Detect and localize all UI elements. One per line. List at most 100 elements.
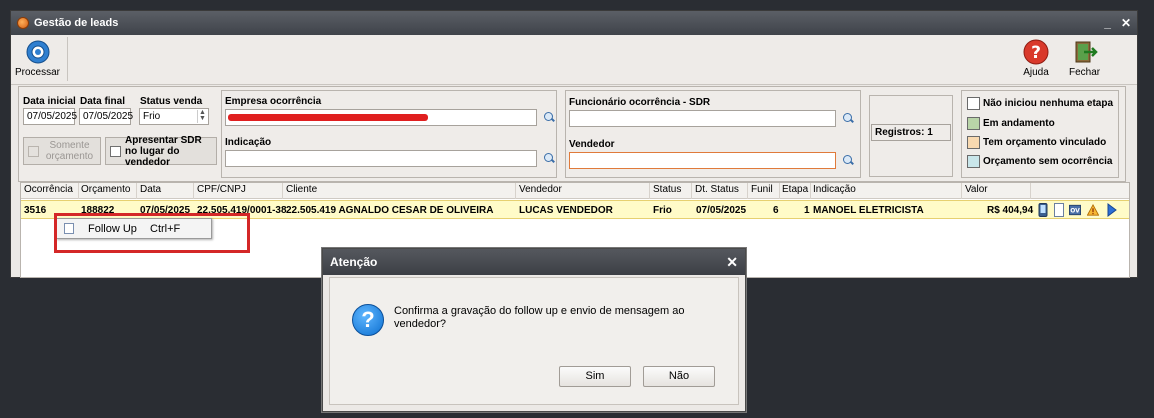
indicacao-field[interactable] [225,150,537,167]
empresa-field[interactable] [225,109,537,126]
col-separator [810,183,811,199]
col-vendedor[interactable]: Vendedor [519,184,562,195]
spinner-icon[interactable]: ▲ ▼ [197,109,207,123]
col-separator [691,183,692,199]
dialog-body: ? Confirma a gravação do follow up e env… [329,277,739,405]
col-separator [961,183,962,199]
ajuda-button[interactable]: ? Ajuda [1023,39,1049,78]
legend-label: Orçamento sem ocorrência [983,156,1113,167]
confirm-dialog: Atenção ✕ ? Confirma a gravação do follo… [322,248,746,412]
col-separator [515,183,516,199]
col-valor[interactable]: Valor [965,184,988,195]
play-arrow-icon[interactable] [1105,203,1117,217]
cell-vendedor: LUCAS VENDEDOR [519,205,613,216]
warning-icon[interactable] [1087,203,1099,217]
col-funil[interactable]: Funil [751,184,773,195]
redacted-mark [228,114,428,121]
toolbar: Processar ? Ajuda Fechar [11,35,1137,85]
cell-dt-status: 07/05/2025 [696,205,747,216]
cell-ocorrencia: 3516 [24,205,47,216]
minimize-button[interactable]: _ [1104,16,1111,30]
status-venda-select[interactable]: Frio ▲ ▼ [139,108,209,125]
toolbar-separator [67,37,68,81]
close-window-button[interactable]: ✕ [1121,16,1131,30]
help-icon: ? [1023,39,1049,65]
search-icon[interactable] [842,155,854,167]
gear-icon [26,40,49,64]
document-icon[interactable] [1053,203,1065,217]
col-indicacao[interactable]: Indicação [813,184,856,195]
window-title: Gestão de leads [34,17,119,29]
empresa-label: Empresa ocorrência [225,96,322,107]
dialog-message: Confirma a gravação do follow up e envio… [394,305,685,330]
data-inicial-label: Data inicial [23,96,76,107]
apresentar-sdr-checkbox[interactable]: Apresentar SDR no lugar do vendedor [105,134,217,168]
cell-funil: 6 [773,205,779,216]
yes-button[interactable]: Sim [559,366,631,387]
svg-text:OV: OV [1070,208,1080,215]
col-dt-status[interactable]: Dt. Status [695,184,739,195]
processar-button[interactable]: Processar [15,39,60,78]
somente-orcamento-label: Somente orçamento [45,140,94,162]
question-icon: ? [352,304,384,336]
dialog-close-button[interactable]: ✕ [726,254,738,271]
data-final-field[interactable]: 07/05/2025 [79,108,133,125]
search-icon[interactable] [543,153,555,165]
data-final-label: Data final [80,96,126,107]
col-separator [649,183,650,199]
checkbox-icon [28,145,39,157]
fechar-button[interactable]: Fechar [1069,39,1100,78]
search-icon[interactable] [842,113,854,125]
fechar-label: Fechar [1069,67,1101,78]
col-cliente[interactable]: Cliente [286,184,317,195]
grid-header: Ocorrência Orçamento Data CPF/CNPJ Clien… [21,183,1129,199]
ov-icon[interactable]: OV [1069,203,1081,217]
funcionario-label: Funcionário ocorrência - SDR [569,97,711,108]
col-separator [193,183,194,199]
col-etapa[interactable]: Etapa [782,184,808,195]
apresentar-sdr-label: Apresentar SDR no lugar do vendedor [125,134,202,168]
legend-swatch [967,136,980,149]
legend-swatch [967,117,980,130]
somente-orcamento-checkbox[interactable]: Somente orçamento [23,137,101,165]
col-status[interactable]: Status [653,184,681,195]
legend-item: Não iniciou nenhuma etapa [967,97,1113,110]
col-separator [78,183,79,199]
highlight-box [54,213,250,253]
legend-label: Não iniciou nenhuma etapa [983,98,1114,109]
vendedor-label: Vendedor [569,139,615,150]
legend-swatch [967,97,980,110]
col-orcamento[interactable]: Orçamento [81,184,130,195]
cell-etapa: 1 [804,205,810,216]
registros-count: Registros: 1 [871,124,951,141]
col-separator [282,183,283,199]
svg-text:?: ? [1031,43,1041,63]
cell-valor: R$ 404,94 [987,205,1034,216]
exit-door-icon [1075,41,1098,63]
legend-label: Tem orçamento vinculado [983,137,1107,148]
app-icon [17,17,29,29]
no-button[interactable]: Não [643,366,715,387]
col-ocorrencia[interactable]: Ocorrência [24,184,73,195]
cell-cliente: 22.505.419 AGNALDO CESAR DE OLIVEIRA [286,205,494,216]
cell-indicacao: MANOEL ELETRICISTA [813,205,924,216]
cell-status: Frio [653,205,672,216]
col-data[interactable]: Data [140,184,161,195]
processar-label: Processar [15,67,61,78]
vendedor-field[interactable] [569,152,836,169]
legend-label: Em andamento [983,118,1055,129]
status-venda-label: Status venda [140,96,203,107]
legend-item: Em andamento [967,117,1055,130]
col-cpf[interactable]: CPF/CNPJ [197,184,246,195]
col-separator [136,183,137,199]
col-separator [779,183,780,199]
legend-item: Orçamento sem ocorrência [967,155,1113,168]
col-separator [1030,183,1031,199]
phone-icon[interactable] [1037,203,1049,217]
filter-panel: Data inicial 07/05/2025 Data final 07/05… [18,86,1126,182]
search-icon[interactable] [543,112,555,124]
title-bar: Gestão de leads _ ✕ [11,11,1137,35]
funcionario-field[interactable] [569,110,836,127]
ajuda-label: Ajuda [1023,67,1049,78]
data-inicial-field[interactable]: 07/05/2025 [23,108,77,125]
